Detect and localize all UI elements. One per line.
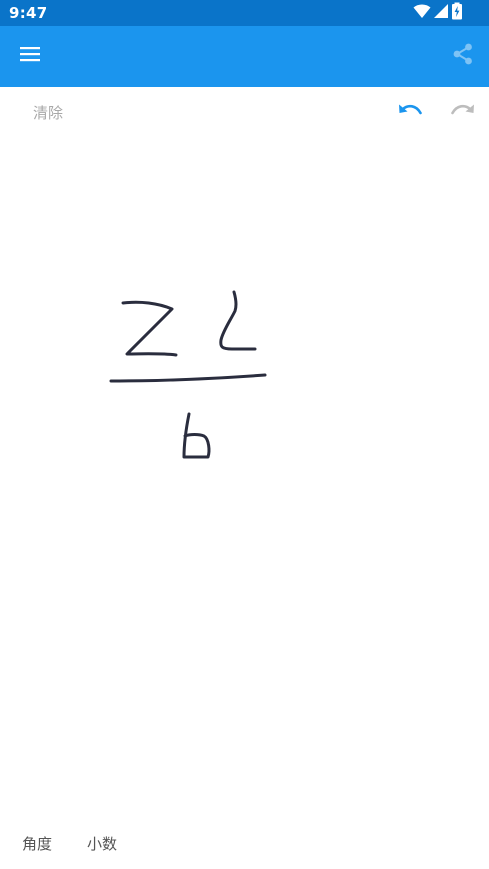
ink-stroke xyxy=(182,412,211,459)
menu-button[interactable] xyxy=(12,38,48,74)
ink-stroke xyxy=(219,290,257,351)
drawing-toolbar: 清除 xyxy=(0,87,489,139)
share-button[interactable] xyxy=(445,38,481,74)
ink-stroke xyxy=(121,300,178,357)
hamburger-menu-icon xyxy=(20,46,40,66)
bottom-options-bar: 角度 小数 xyxy=(0,820,489,866)
ink-stroke xyxy=(109,373,267,383)
status-icons xyxy=(413,2,463,24)
clear-button[interactable]: 清除 xyxy=(33,102,63,123)
undo-button[interactable] xyxy=(396,99,424,127)
wifi-icon xyxy=(413,3,431,23)
battery-charging-icon xyxy=(451,2,463,24)
redo-icon xyxy=(450,102,476,124)
undo-icon xyxy=(397,102,423,124)
app-bar xyxy=(0,26,489,87)
redo-button[interactable] xyxy=(449,99,477,127)
decimal-mode-button[interactable]: 小数 xyxy=(87,833,117,854)
angle-mode-button[interactable]: 角度 xyxy=(22,833,52,854)
status-time: 9:47 xyxy=(9,4,48,22)
handwriting-canvas[interactable] xyxy=(0,139,489,810)
share-icon xyxy=(452,43,474,69)
status-bar: 9:47 xyxy=(0,0,489,26)
handwriting-strokes xyxy=(109,290,267,459)
cellular-signal-icon xyxy=(433,3,449,23)
